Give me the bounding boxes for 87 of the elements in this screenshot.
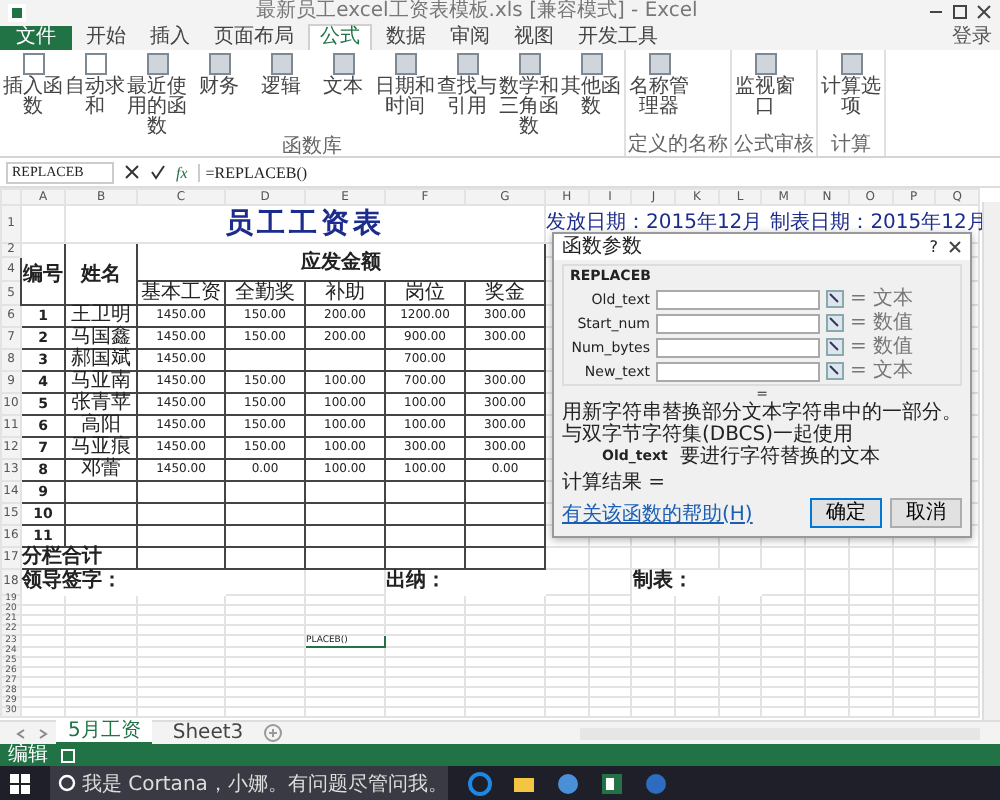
ribbon-tab[interactable]: 开发工具 <box>568 26 668 50</box>
date-label: 发放日期：2015年12月 <box>546 212 763 234</box>
signature-label: 出纳： <box>385 569 545 595</box>
result-label: 计算结果 = <box>562 472 668 494</box>
ribbon-button[interactable]: 财务 <box>188 52 250 138</box>
table-cell: 马亚南 <box>65 371 137 393</box>
ribbon-button[interactable]: 逻辑 <box>250 52 312 138</box>
table-cell: 分栏合计 <box>21 547 137 569</box>
scrollbar[interactable] <box>982 202 1000 720</box>
table-cell: 高阳 <box>65 415 137 437</box>
table-cell: 郝国斌 <box>65 349 137 371</box>
input-field[interactable] <box>656 361 820 381</box>
signature-label: 领导签字： <box>21 569 225 595</box>
add-sheet-icon[interactable] <box>263 724 282 742</box>
windows-icon[interactable] <box>10 773 30 793</box>
ok-button[interactable]: 确定 <box>810 498 882 528</box>
table-header: 基本工资 <box>137 281 225 305</box>
table-cell: 马亚痕 <box>65 437 137 459</box>
table-cell: 王卫明 <box>65 305 137 327</box>
argument-result: = 数值 <box>850 337 914 357</box>
close-icon[interactable] <box>976 4 992 20</box>
collapse-icon[interactable] <box>826 314 844 332</box>
ribbon-button[interactable]: 监视窗口 <box>734 52 796 136</box>
signature-label: 制表： <box>631 569 762 595</box>
check-icon[interactable] <box>150 164 166 180</box>
table-header: 奖金 <box>465 281 545 305</box>
cancel-icon[interactable] <box>124 164 140 180</box>
ribbon-button[interactable]: 其他函数 <box>560 52 622 138</box>
table-header: 全勤奖 <box>225 281 305 305</box>
argument-result: = 数值 <box>850 313 914 333</box>
table-header: 岗位 <box>385 281 465 305</box>
close-icon[interactable] <box>948 240 962 254</box>
function-description: 用新字符串替换部分文本字符串中的一部分。与双字节字符集(DBCS)一起使用 <box>562 402 962 446</box>
argument-result: = 文本 <box>850 289 914 309</box>
ribbon-button[interactable]: 日期和时间 <box>374 52 436 138</box>
input-field[interactable] <box>656 337 820 357</box>
excel-icon[interactable] <box>600 771 624 795</box>
ribbon-button[interactable]: 查找与引用 <box>436 52 498 138</box>
dialog-title: 函数参数 <box>562 236 642 258</box>
argument-result: = 文本 <box>850 361 914 381</box>
login-link[interactable]: 登录 <box>952 26 1000 50</box>
ribbon-button[interactable]: 名称管理器 <box>628 52 690 136</box>
status-text: 编辑 <box>8 744 48 766</box>
argument-description: 要进行字符替换的文本 <box>679 446 880 468</box>
browser-icon[interactable] <box>468 771 492 795</box>
ribbon-tab[interactable]: 数据 <box>376 26 436 50</box>
group-label: 公式审核 <box>734 136 814 156</box>
table-header: 补助 <box>305 281 385 305</box>
sheet-tab[interactable]: 5月工资 <box>56 720 153 746</box>
ribbon-tab[interactable]: 文件 <box>0 26 72 50</box>
sheet-tab[interactable]: Sheet3 <box>160 722 256 744</box>
ribbon-button[interactable]: 最近使用的函数 <box>126 52 188 138</box>
collapse-icon[interactable] <box>826 290 844 308</box>
ribbon-tab[interactable]: 开始 <box>76 26 136 50</box>
group-label: 定义的名称 <box>628 136 728 156</box>
table-header: 姓名 <box>65 243 137 305</box>
ribbon-tab[interactable]: 视图 <box>504 26 564 50</box>
help-button[interactable]: ? <box>929 236 938 258</box>
maximize-icon[interactable] <box>952 4 968 20</box>
ribbon-button[interactable]: 计算选项 <box>820 52 882 136</box>
ribbon-button[interactable]: 数学和三角函数 <box>498 52 560 138</box>
group-label: 函数库 <box>280 138 344 158</box>
sheet-title: 员工工资表 <box>65 205 545 243</box>
table-cell: 张青苹 <box>65 393 137 415</box>
cancel-button[interactable]: 取消 <box>890 498 962 528</box>
formula-field[interactable]: =REPLACEB() <box>197 163 994 181</box>
search-field[interactable]: 我是 Cortana，小娜。有问题尽管问我。 <box>50 766 448 800</box>
input-field[interactable] <box>656 313 820 333</box>
ribbon-tab[interactable]: 公式 <box>308 24 372 50</box>
insert-function-icon[interactable]: fx <box>176 163 188 181</box>
ribbon-button[interactable]: 插入函数 <box>2 52 64 138</box>
collapse-icon[interactable] <box>826 362 844 380</box>
ribbon-button[interactable]: 文本 <box>312 52 374 138</box>
table-header: 应发金额 <box>137 243 545 281</box>
table-cell: 邓蕾 <box>65 459 137 481</box>
ribbon-button[interactable]: 自动求和 <box>64 52 126 138</box>
table-cell: 马国鑫 <box>65 327 137 349</box>
next-sheet-icon[interactable] <box>36 727 48 739</box>
ribbon-tab[interactable]: 插入 <box>140 26 200 50</box>
help-link[interactable]: 有关该函数的帮助(H) <box>562 499 753 527</box>
ribbon-tab[interactable]: 页面布局 <box>204 26 304 50</box>
input-field[interactable] <box>656 289 820 309</box>
cortana-icon[interactable] <box>58 774 76 792</box>
ribbon-tab[interactable]: 审阅 <box>440 26 500 50</box>
previous-sheet-icon[interactable] <box>16 727 28 739</box>
collapse-icon[interactable] <box>826 338 844 356</box>
group-label: 计算 <box>829 136 873 156</box>
